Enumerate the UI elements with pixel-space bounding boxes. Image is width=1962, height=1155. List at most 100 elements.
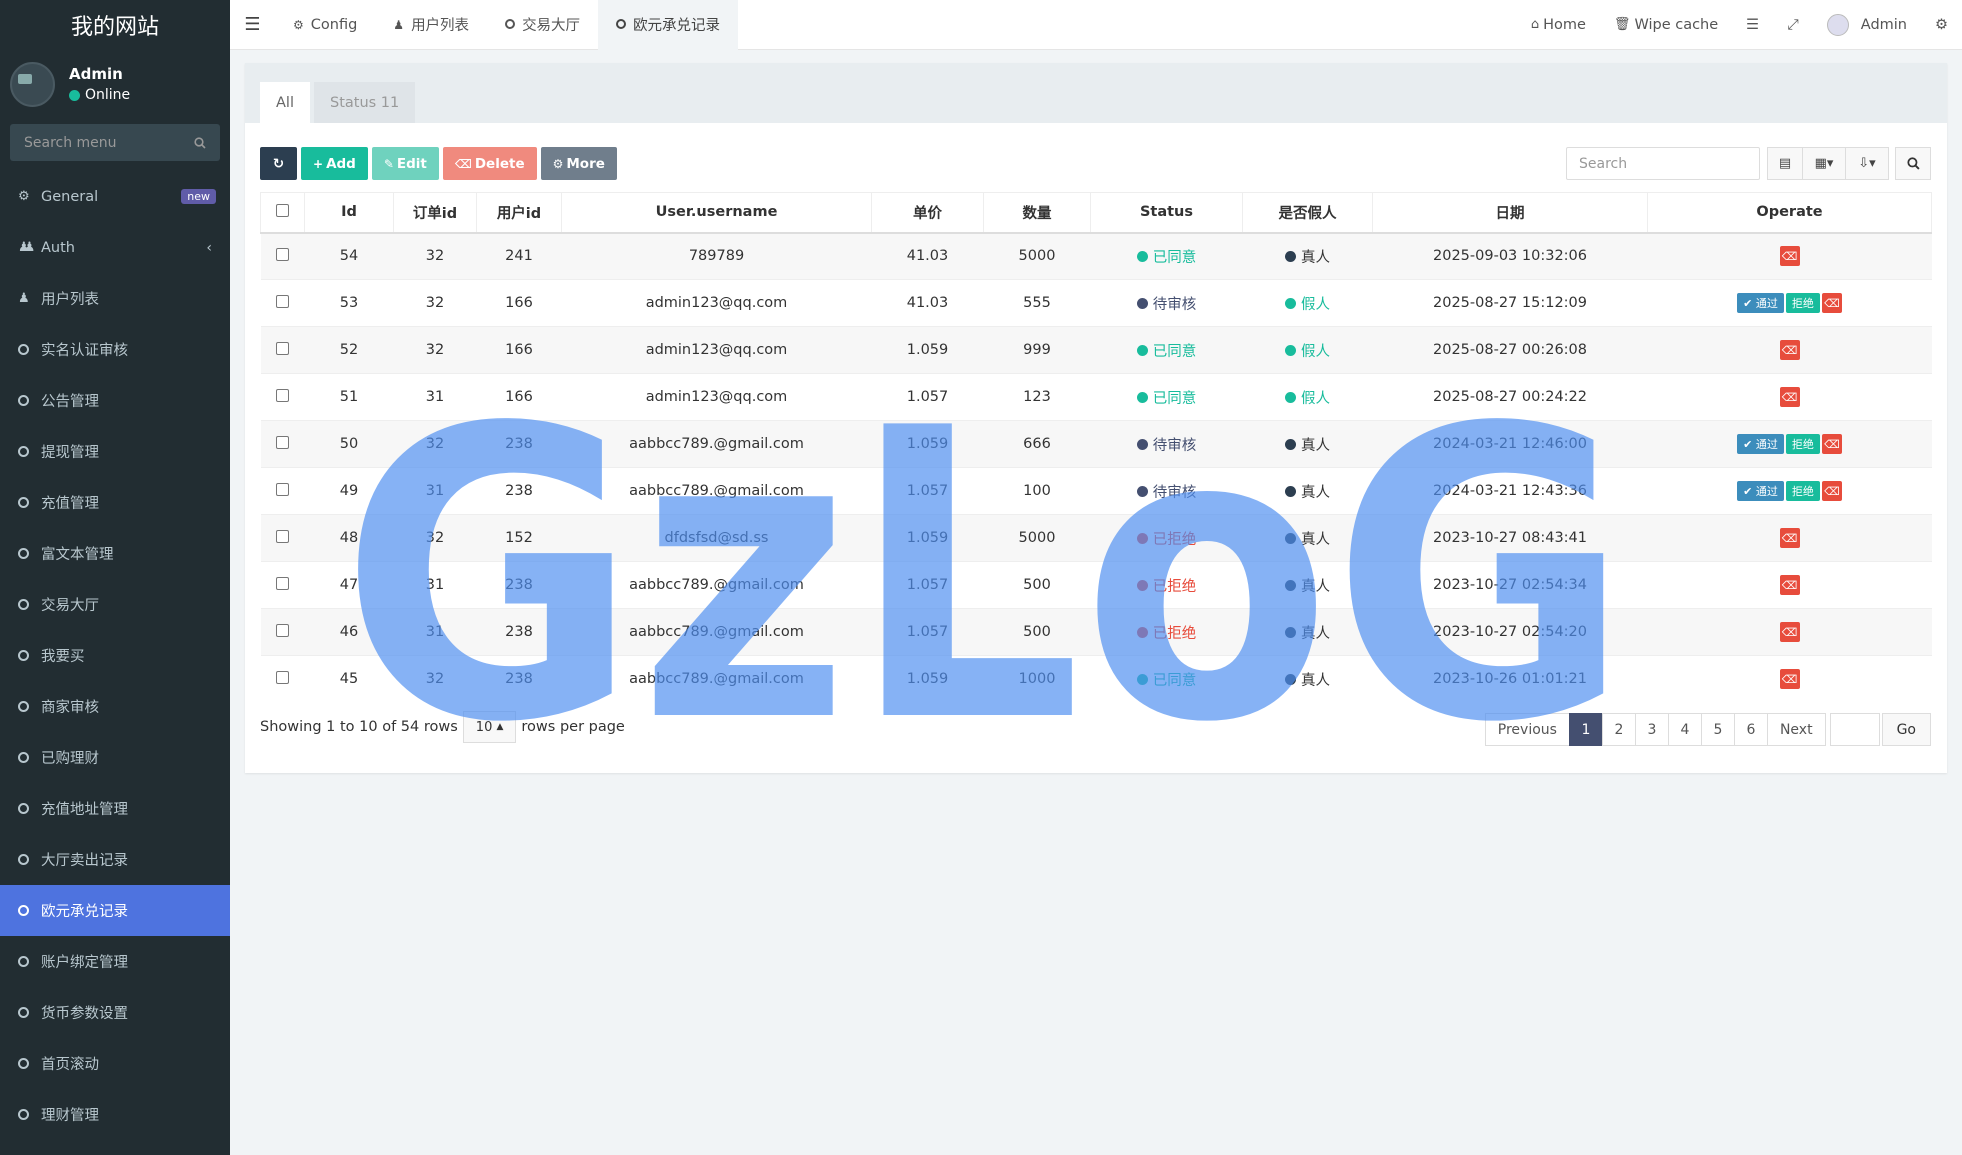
table-row[interactable]: 49 31 238 aabbcc789.@gmail.com 1.057 100 待审核 真人… [260,467,1932,515]
table-row[interactable]: 47 31 238 aabbcc789.@gmail.com 1.057 500 已拒绝 真人… [260,561,1932,609]
sidebar-item-17[interactable]: 首页滚动 [0,1038,230,1089]
table-row[interactable]: 50 32 238 aabbcc789.@gmail.com 1.059 666 待审核 真人… [260,420,1932,468]
row-delete-button[interactable]: ⌫ [1779,340,1800,360]
approve-button[interactable]: ✔ 通过 [1737,434,1784,454]
row-delete-button[interactable]: ⌫ [1779,246,1800,267]
page-size-dropdown[interactable]: 10 ▲ [462,711,517,743]
page-3[interactable]: 3 [1634,713,1669,746]
search-menu-input[interactable]: Search menu [10,124,220,161]
row-checkbox[interactable] [276,623,289,637]
menu-toggle-icon[interactable]: ☰ [230,0,275,50]
sidebar-item-7[interactable]: 富文本管理 [0,528,230,579]
row-delete-button[interactable]: ⌫ [1821,293,1842,313]
row-select-cell[interactable] [260,279,305,327]
sidebar-item-18[interactable]: 理财管理 [0,1089,230,1140]
table-row[interactable]: 51 31 166 admin123@qq.com 1.057 123 已同意 假人 2025-… [260,373,1932,421]
row-select-cell[interactable] [260,514,305,562]
sidebar-item-3[interactable]: 实名认证审核 [0,324,230,375]
admin-menu[interactable]: Admin [1813,13,1921,36]
tab-user-list[interactable]: ♟ 用户列表 [375,0,487,50]
header-username[interactable]: User.username [561,192,872,234]
row-delete-button[interactable]: ⌫ [1821,434,1842,454]
settings-icon[interactable]: ⚙ [1921,17,1962,33]
page-4[interactable]: 4 [1667,713,1702,746]
advanced-search-icon[interactable] [1895,147,1931,180]
row-checkbox[interactable] [276,294,289,308]
table-row[interactable]: 45 32 238 aabbcc789.@gmail.com 1.059 1000 已同意 真… [260,655,1932,703]
add-button[interactable]: + Add [301,147,368,180]
delete-button[interactable]: ⌫ Delete [442,147,537,180]
row-checkbox[interactable] [276,247,289,261]
row-delete-button[interactable]: ⌫ [1779,387,1800,407]
page-go-button[interactable]: Go [1881,713,1931,746]
select-all-checkbox[interactable] [276,203,289,217]
row-delete-button[interactable]: ⌫ [1779,575,1800,595]
table-row[interactable]: 53 32 166 admin123@qq.com 41.03 555 待审核 假人 2025-… [260,279,1932,327]
page-6[interactable]: 6 [1733,713,1768,746]
page-next[interactable]: Next [1766,713,1826,746]
sidebar-item-6[interactable]: 充值管理 [0,477,230,528]
export-icon[interactable]: ⇩▾ [1845,147,1889,180]
row-select-cell[interactable] [260,467,305,515]
edit-button[interactable]: ✎ Edit [371,147,439,180]
sidebar-item-5[interactable]: 提现管理 [0,426,230,477]
row-delete-button[interactable]: ⌫ [1779,669,1800,690]
approve-button[interactable]: ✔ 通过 [1737,481,1784,501]
sidebar-item-4[interactable]: 公告管理 [0,375,230,426]
sidebar-item-9[interactable]: 我要买 [0,630,230,681]
page-5[interactable]: 5 [1700,713,1735,746]
brand-title[interactable]: 我的网站 [0,0,230,50]
panel-tab-status[interactable]: Status 11 [313,82,416,123]
columns-icon[interactable]: ▦▾ [1802,147,1846,180]
table-row[interactable]: 48 32 152 dfdsfsd@sd.ss 1.059 5000 已拒绝 真人 2023-1… [260,514,1932,562]
row-checkbox[interactable] [276,576,289,590]
home-link[interactable]: ⌂ Home [1517,17,1600,33]
sidebar-item-13[interactable]: 大厅卖出记录 [0,834,230,885]
sidebar-item-15[interactable]: 账户绑定管理 [0,936,230,987]
row-checkbox[interactable] [276,388,289,402]
page-jump-input[interactable] [1829,713,1880,746]
more-button[interactable]: ⚙ More [540,147,617,180]
fullscreen-icon[interactable]: ⤢ [1773,17,1813,33]
row-checkbox[interactable] [276,341,289,355]
row-select-cell[interactable] [260,608,305,656]
row-select-cell[interactable] [260,420,305,468]
row-select-cell[interactable] [260,232,305,280]
table-search-input[interactable]: Search [1566,147,1760,180]
refresh-button[interactable]: ↻ [260,147,297,180]
row-checkbox[interactable] [276,482,289,496]
reject-button[interactable]: 拒绝 [1785,293,1820,313]
table-row[interactable]: 52 32 166 admin123@qq.com 1.059 999 已同意 假人 2025-… [260,326,1932,374]
table-row[interactable]: 46 31 238 aabbcc789.@gmail.com 1.057 500 已拒绝 真人… [260,608,1932,656]
row-delete-button[interactable]: ⌫ [1821,481,1842,501]
header-status[interactable]: Status [1090,192,1243,234]
page-previous[interactable]: Previous [1484,713,1570,746]
row-select-cell[interactable] [260,326,305,374]
sidebar-item-11[interactable]: 已购理财 [0,732,230,783]
row-select-cell[interactable] [260,655,305,703]
sidebar-item-16[interactable]: 货币参数设置 [0,987,230,1038]
sidebar-item-1[interactable]: ♟♟ Auth ‹ [0,222,230,273]
row-checkbox[interactable] [276,435,289,449]
tab-trade-hall[interactable]: 交易大厅 [487,0,598,50]
row-checkbox[interactable] [276,670,289,684]
sidebar-item-2[interactable]: ♟ 用户列表 [0,273,230,324]
header-is-fake[interactable]: 是否假人 [1242,192,1373,234]
tab-euro-exchange[interactable]: 欧元承兑记录 [598,0,739,50]
reject-button[interactable]: 拒绝 [1785,434,1820,454]
sidebar-item-10[interactable]: 商家审核 [0,681,230,732]
approve-button[interactable]: ✔ 通过 [1737,293,1784,313]
language-icon[interactable]: ☰ [1732,17,1773,33]
row-checkbox[interactable] [276,529,289,543]
reject-button[interactable]: 拒绝 [1785,481,1820,501]
panel-tab-all[interactable]: All [260,82,310,123]
sidebar-item-0[interactable]: ⚙ General new [0,171,230,222]
header-quantity[interactable]: 数量 [983,192,1091,234]
header-order-id[interactable]: 订单id [393,192,477,234]
select-all-header[interactable] [260,192,305,234]
sidebar-item-8[interactable]: 交易大厅 [0,579,230,630]
tab-config[interactable]: ⚙ Config [275,0,375,50]
header-date[interactable]: 日期 [1372,192,1648,234]
toggle-view-icon[interactable]: ▤ [1767,147,1803,180]
header-id[interactable]: Id [304,192,394,234]
